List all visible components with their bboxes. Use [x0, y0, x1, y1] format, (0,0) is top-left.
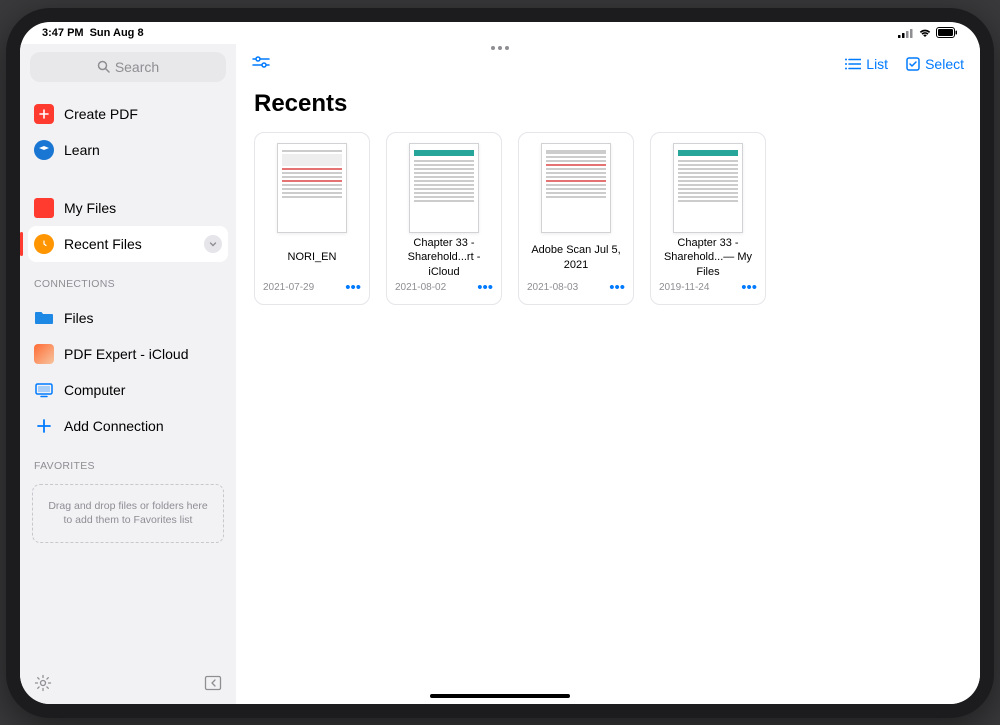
main-content: List Select Recents NORI_EN 20: [236, 44, 980, 704]
more-icon[interactable]: •••: [477, 279, 493, 296]
search-input[interactable]: Search: [30, 52, 226, 82]
search-icon: [97, 60, 110, 73]
sidebar-item-my-files[interactable]: My Files: [20, 190, 236, 226]
chevron-down-icon[interactable]: [204, 235, 222, 253]
create-pdf-icon: [34, 104, 54, 124]
plus-icon: [34, 416, 54, 436]
file-title: Chapter 33 - Sharehold...rt - iCloud: [395, 243, 493, 273]
connections-header: CONNECTIONS: [20, 268, 236, 294]
computer-icon: [34, 380, 54, 400]
check-square-icon: [906, 57, 920, 71]
sidebar-item-computer[interactable]: Computer: [20, 372, 236, 408]
collapse-icon: [204, 674, 222, 692]
status-bar: 3:47 PM Sun Aug 8: [20, 22, 980, 44]
sidebar-item-label: My Files: [64, 200, 116, 216]
home-indicator[interactable]: [430, 694, 570, 698]
select-label: Select: [925, 56, 964, 72]
multitask-icon[interactable]: [491, 46, 509, 50]
file-date: 2019-11-24: [659, 282, 709, 293]
sliders-icon: [252, 56, 270, 72]
sidebar-item-label: Files: [64, 310, 94, 326]
favorites-drop-zone[interactable]: Drag and drop files or folders here to a…: [32, 484, 224, 543]
status-time: 3:47 PM: [42, 27, 84, 39]
sidebar-item-add-connection[interactable]: Add Connection: [20, 408, 236, 444]
sidebar-item-recent-files[interactable]: Recent Files: [28, 226, 228, 262]
file-thumbnail: [541, 143, 611, 233]
signal-icon: [898, 28, 914, 38]
sidebar-item-label: Create PDF: [64, 106, 138, 122]
more-icon[interactable]: •••: [345, 279, 361, 296]
search-placeholder: Search: [115, 59, 159, 75]
list-icon: [845, 58, 861, 70]
sidebar-item-create-pdf[interactable]: Create PDF: [20, 96, 236, 132]
file-date: 2021-08-03: [527, 282, 578, 293]
file-thumbnail: [277, 143, 347, 233]
file-title: Chapter 33 - Sharehold...— My Files: [659, 243, 757, 273]
toolbar: List Select: [236, 44, 980, 84]
file-card[interactable]: NORI_EN 2021-07-29 •••: [254, 132, 370, 305]
more-icon[interactable]: •••: [741, 279, 757, 296]
collapse-sidebar-button[interactable]: [204, 674, 222, 692]
file-thumbnail: [673, 143, 743, 233]
sidebar-item-pdf-expert-icloud[interactable]: PDF Expert - iCloud: [20, 336, 236, 372]
status-date: Sun Aug 8: [90, 27, 144, 39]
sidebar-item-learn[interactable]: Learn: [20, 132, 236, 168]
file-date: 2021-07-29: [263, 282, 314, 293]
wifi-icon: [918, 28, 932, 38]
list-view-button[interactable]: List: [845, 56, 888, 72]
more-icon[interactable]: •••: [609, 279, 625, 296]
folder-blue-icon: [34, 308, 54, 328]
settings-button[interactable]: [34, 674, 52, 692]
sidebar-item-files[interactable]: Files: [20, 300, 236, 336]
file-card[interactable]: Adobe Scan Jul 5, 2021 2021-08-03 •••: [518, 132, 634, 305]
pdf-expert-icon: [34, 344, 54, 364]
select-button[interactable]: Select: [906, 56, 964, 72]
battery-icon: [936, 27, 958, 38]
page-title: Recents: [236, 84, 980, 132]
favorites-header: FAVORITES: [20, 450, 236, 476]
sidebar-item-label: Learn: [64, 142, 100, 158]
gear-icon: [34, 674, 52, 692]
file-grid: NORI_EN 2021-07-29 ••• Chapter 33 - Shar…: [236, 132, 980, 305]
file-thumbnail: [409, 143, 479, 233]
clock-icon: [34, 234, 54, 254]
file-card[interactable]: Chapter 33 - Sharehold...— My Files 2019…: [650, 132, 766, 305]
file-title: Adobe Scan Jul 5, 2021: [527, 243, 625, 273]
learn-icon: [34, 140, 54, 160]
file-date: 2021-08-02: [395, 282, 446, 293]
file-title: NORI_EN: [288, 243, 337, 273]
sidebar-item-label: Computer: [64, 382, 125, 398]
filter-button[interactable]: [252, 56, 270, 72]
file-card[interactable]: Chapter 33 - Sharehold...rt - iCloud 202…: [386, 132, 502, 305]
sidebar: Search Create PDF Learn: [20, 44, 236, 704]
list-label: List: [866, 56, 888, 72]
sidebar-item-label: Recent Files: [64, 236, 142, 252]
folder-icon: [34, 198, 54, 218]
sidebar-item-label: PDF Expert - iCloud: [64, 346, 188, 362]
sidebar-item-label: Add Connection: [64, 418, 164, 434]
